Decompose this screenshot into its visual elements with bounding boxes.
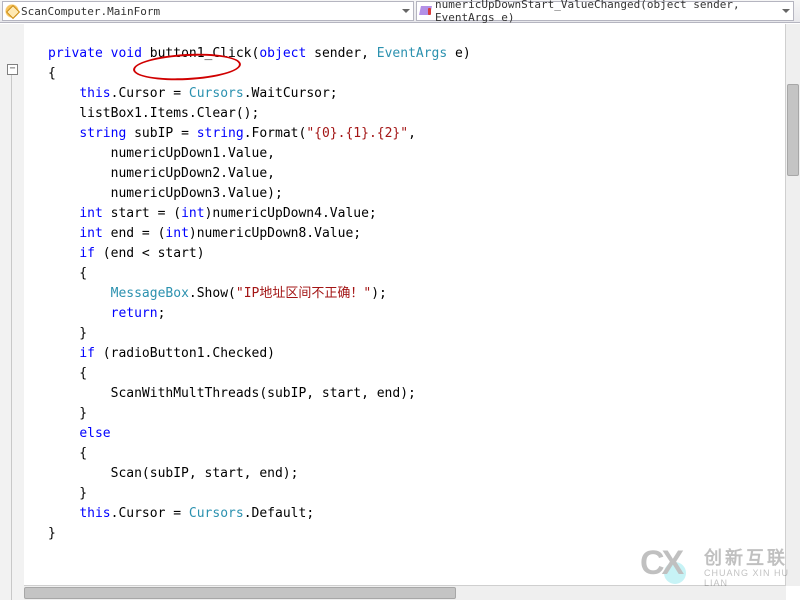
code-line: } <box>48 406 87 421</box>
collapse-toggle[interactable]: − <box>7 64 18 75</box>
scrollbar-thumb[interactable] <box>24 587 456 599</box>
code-line: { <box>48 366 87 381</box>
code-line: numericUpDown3.Value); <box>48 186 283 201</box>
code-line: int end = (int)numericUpDown8.Value; <box>48 226 361 241</box>
code-line: numericUpDown2.Value, <box>48 166 275 181</box>
class-icon <box>5 4 19 18</box>
code-line: MessageBox.Show("IP地址区间不正确！"); <box>48 286 387 301</box>
code-line: { <box>48 446 87 461</box>
code-line: ScanWithMultThreads(subIP, start, end); <box>48 386 416 401</box>
code-line: } <box>48 486 87 501</box>
class-dropdown-label: ScanComputer.MainForm <box>21 5 160 18</box>
code-line: this.Cursor = Cursors.WaitCursor; <box>48 86 338 101</box>
code-line: if (radioButton1.Checked) <box>48 346 275 361</box>
scrollbar-thumb[interactable] <box>787 84 799 176</box>
code-line: if (end < start) <box>48 246 205 261</box>
class-dropdown[interactable]: ScanComputer.MainForm <box>2 1 414 21</box>
chevron-down-icon <box>782 9 790 13</box>
code-line: return; <box>48 306 165 321</box>
code-line: else <box>48 426 111 441</box>
code-line: } <box>48 326 87 341</box>
outline-guide <box>11 75 12 600</box>
code-editor: − private void button1_Click(object send… <box>0 24 800 600</box>
code-area[interactable]: private void button1_Click(object sender… <box>24 24 786 586</box>
horizontal-scrollbar[interactable] <box>24 585 786 600</box>
code-line: Scan(subIP, start, end); <box>48 466 298 481</box>
gutter: − <box>0 24 25 600</box>
code-line: { <box>48 66 56 81</box>
editor-nav-bar: ScanComputer.MainForm numericUpDownStart… <box>0 0 800 23</box>
code-line: private void button1_Click(object sender… <box>48 46 471 61</box>
code-line: int start = (int)numericUpDown4.Value; <box>48 206 377 221</box>
chevron-down-icon <box>402 9 410 13</box>
code-line: string subIP = string.Format("{0}.{1}.{2… <box>48 126 416 141</box>
vertical-scrollbar[interactable] <box>785 24 800 586</box>
code-line: this.Cursor = Cursors.Default; <box>48 506 314 521</box>
member-dropdown-label: numericUpDownStart_ValueChanged(object s… <box>435 0 777 24</box>
code-line: } <box>48 526 56 541</box>
member-dropdown[interactable]: numericUpDownStart_ValueChanged(object s… <box>416 1 794 21</box>
method-icon <box>419 4 433 18</box>
code-line: numericUpDown1.Value, <box>48 146 275 161</box>
code-line: listBox1.Items.Clear(); <box>48 106 259 121</box>
code-line: { <box>48 266 87 281</box>
